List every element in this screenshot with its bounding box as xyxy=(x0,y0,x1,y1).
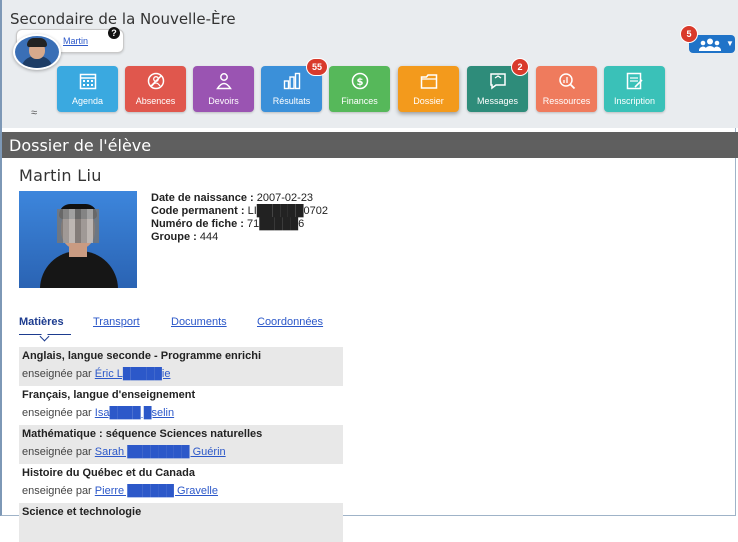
homework-icon xyxy=(216,73,232,90)
taught-by-label: enseignée par xyxy=(22,446,92,458)
tile-ressources[interactable]: Ressources xyxy=(536,66,597,112)
tile-label: Finances xyxy=(341,96,378,106)
school-name: Secondaire de la Nouvelle-Ère xyxy=(10,10,236,28)
teacher-link[interactable]: Sarah ████████ Guérin xyxy=(95,446,226,458)
users-group-icon xyxy=(699,38,721,51)
money-icon: $ xyxy=(351,72,369,90)
list-item: Histoire du Québec et du Canada enseigné… xyxy=(19,464,343,503)
dob-row: Date de naissance : 2007-02-23 xyxy=(151,192,314,204)
course-name: Histoire du Québec et du Canada xyxy=(22,467,195,479)
taught-by-label: enseignée par xyxy=(22,368,92,380)
student-photo xyxy=(19,191,137,288)
code-row: Code permanent : LI██████0702 xyxy=(151,205,328,217)
dob-value: 2007-02-23 xyxy=(256,192,314,204)
chevron-down-icon: ▼ xyxy=(726,39,734,48)
collapse-menu-icon[interactable]: ≈ xyxy=(31,107,37,119)
taught-by-label: enseignée par xyxy=(22,485,92,497)
code-value: LI██████0702 xyxy=(247,205,328,217)
user-name-link[interactable]: Martin xyxy=(63,36,88,46)
tile-absences[interactable]: Absences xyxy=(125,66,186,112)
svg-text:$: $ xyxy=(357,77,364,88)
avatar[interactable] xyxy=(13,34,61,70)
fiche-row: Numéro de fiche : 71█████6 xyxy=(151,218,305,230)
results-chart-icon xyxy=(283,72,301,90)
student-info: Date de naissance : 2007-02-23 Code perm… xyxy=(151,192,328,244)
list-item: Mathématique : séquence Sciences naturel… xyxy=(19,425,343,464)
tile-label: Devoirs xyxy=(208,96,239,106)
course-name: Science et technologie xyxy=(22,506,142,518)
teacher-link[interactable]: Isa████ █selin xyxy=(95,407,174,419)
message-icon xyxy=(490,73,506,90)
tile-finances[interactable]: $ Finances xyxy=(329,66,390,112)
list-item: Français, langue d'enseignement enseigné… xyxy=(19,386,343,425)
course-name: Français, langue d'enseignement xyxy=(22,389,196,401)
tile-devoirs[interactable]: Devoirs xyxy=(193,66,254,112)
folder-icon xyxy=(420,74,438,89)
tile-label: Messages xyxy=(476,96,519,106)
list-item: Science et technologie xyxy=(19,503,343,542)
tile-agenda[interactable]: Agenda xyxy=(57,66,118,112)
absence-icon xyxy=(147,72,165,90)
student-name: Martin Liu xyxy=(19,166,102,185)
inscription-icon xyxy=(626,72,643,90)
course-list: Anglais, langue seconde - Programme enri… xyxy=(19,347,343,542)
taught-by-label: enseignée par xyxy=(22,407,92,419)
group-value: 444 xyxy=(199,231,219,243)
tile-dossier[interactable]: Dossier xyxy=(398,66,459,112)
tile-label: Absences xyxy=(135,96,176,106)
teacher-link[interactable]: Éric L█████ie xyxy=(95,368,171,380)
tile-inscription[interactable]: Inscription xyxy=(604,66,665,112)
section-title: Dossier de l'élève xyxy=(9,136,152,155)
course-name: Anglais, langue seconde - Programme enri… xyxy=(22,350,262,362)
tab-transport[interactable]: Transport xyxy=(93,316,140,328)
tab-documents[interactable]: Documents xyxy=(171,316,227,328)
group-row: Groupe : 444 xyxy=(151,231,219,243)
fiche-value: 71█████6 xyxy=(246,218,305,230)
tile-label: Agenda xyxy=(71,96,104,106)
tile-label: Résultats xyxy=(272,96,311,106)
results-count-badge: 55 xyxy=(306,58,328,76)
course-name: Mathématique : séquence Sciences naturel… xyxy=(22,428,263,440)
messages-count-badge: 2 xyxy=(511,58,529,76)
tile-label: Ressources xyxy=(542,96,591,106)
tab-matieres[interactable]: Matières xyxy=(19,316,64,328)
calendar-icon xyxy=(79,73,97,90)
section-header: Dossier de l'élève xyxy=(2,132,738,158)
group-count-badge: 5 xyxy=(680,25,698,43)
tile-label: Dossier xyxy=(413,96,444,106)
list-item: Anglais, langue seconde - Programme enri… xyxy=(19,347,343,386)
help-badge[interactable]: ? xyxy=(108,27,120,39)
tab-coordonnees[interactable]: Coordonnées xyxy=(257,316,323,328)
tile-label: Inscription xyxy=(613,96,656,106)
resources-icon xyxy=(559,73,576,90)
teacher-link[interactable]: Pierre ██████ Gravelle xyxy=(95,485,218,497)
